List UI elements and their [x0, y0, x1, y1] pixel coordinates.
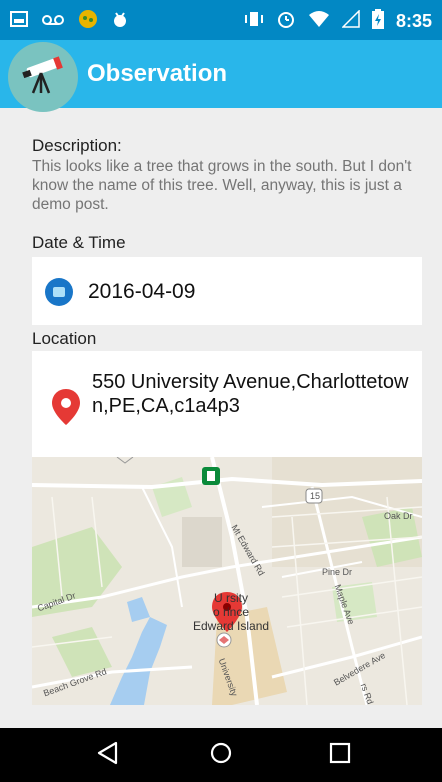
- location-address: 550 University Avenue,Charlottetown,PE,C…: [92, 371, 409, 417]
- date-time-label: Date & Time: [32, 233, 126, 252]
- voicemail-icon: [42, 13, 64, 31]
- map-pin-icon: [52, 389, 80, 425]
- map-label-oak: Oak Dr: [384, 511, 413, 521]
- back-triangle-icon: [96, 741, 118, 770]
- android-debug-icon: [112, 10, 128, 33]
- screenshot-notification-icon: [10, 11, 28, 32]
- navigation-bar: [0, 728, 442, 782]
- status-bar: 8:35: [0, 0, 442, 40]
- app-notification-icon: [78, 9, 98, 34]
- app-logo[interactable]: [8, 42, 78, 112]
- map-label-pine: Pine Dr: [322, 567, 353, 577]
- description-label: Description:: [32, 136, 122, 155]
- telescope-icon: [21, 55, 65, 100]
- location-card: 550 University Avenue,Charlottetown,PE,C…: [32, 351, 422, 457]
- location-label: Location: [32, 329, 97, 348]
- vibrate-icon: [244, 10, 264, 33]
- date-value: 2016-04-09: [88, 280, 196, 303]
- recents-button[interactable]: [326, 741, 354, 769]
- page-title: Observation: [87, 60, 228, 87]
- location-map[interactable]: Mt Edward Rd Oak Dr Pine Dr Capital Dr M…: [32, 457, 422, 705]
- map-route-number: 15: [310, 491, 321, 501]
- back-button[interactable]: [93, 741, 121, 769]
- home-button[interactable]: [207, 741, 235, 769]
- status-time: 8:35: [395, 11, 432, 31]
- app-bar: Observation: [0, 40, 442, 112]
- home-circle-icon: [209, 741, 233, 770]
- calendar-icon: [45, 278, 73, 306]
- alarm-icon: [276, 9, 296, 34]
- wifi-icon: [308, 10, 330, 33]
- map-poi-upei: U rsity o rince Edward Island: [193, 591, 270, 633]
- recents-square-icon: [329, 742, 351, 769]
- signal-icon: [341, 9, 360, 33]
- description-text: This looks like a tree that grows in the…: [32, 158, 412, 213]
- date-time-card: 2016-04-09: [32, 257, 422, 325]
- battery-icon: [371, 9, 384, 34]
